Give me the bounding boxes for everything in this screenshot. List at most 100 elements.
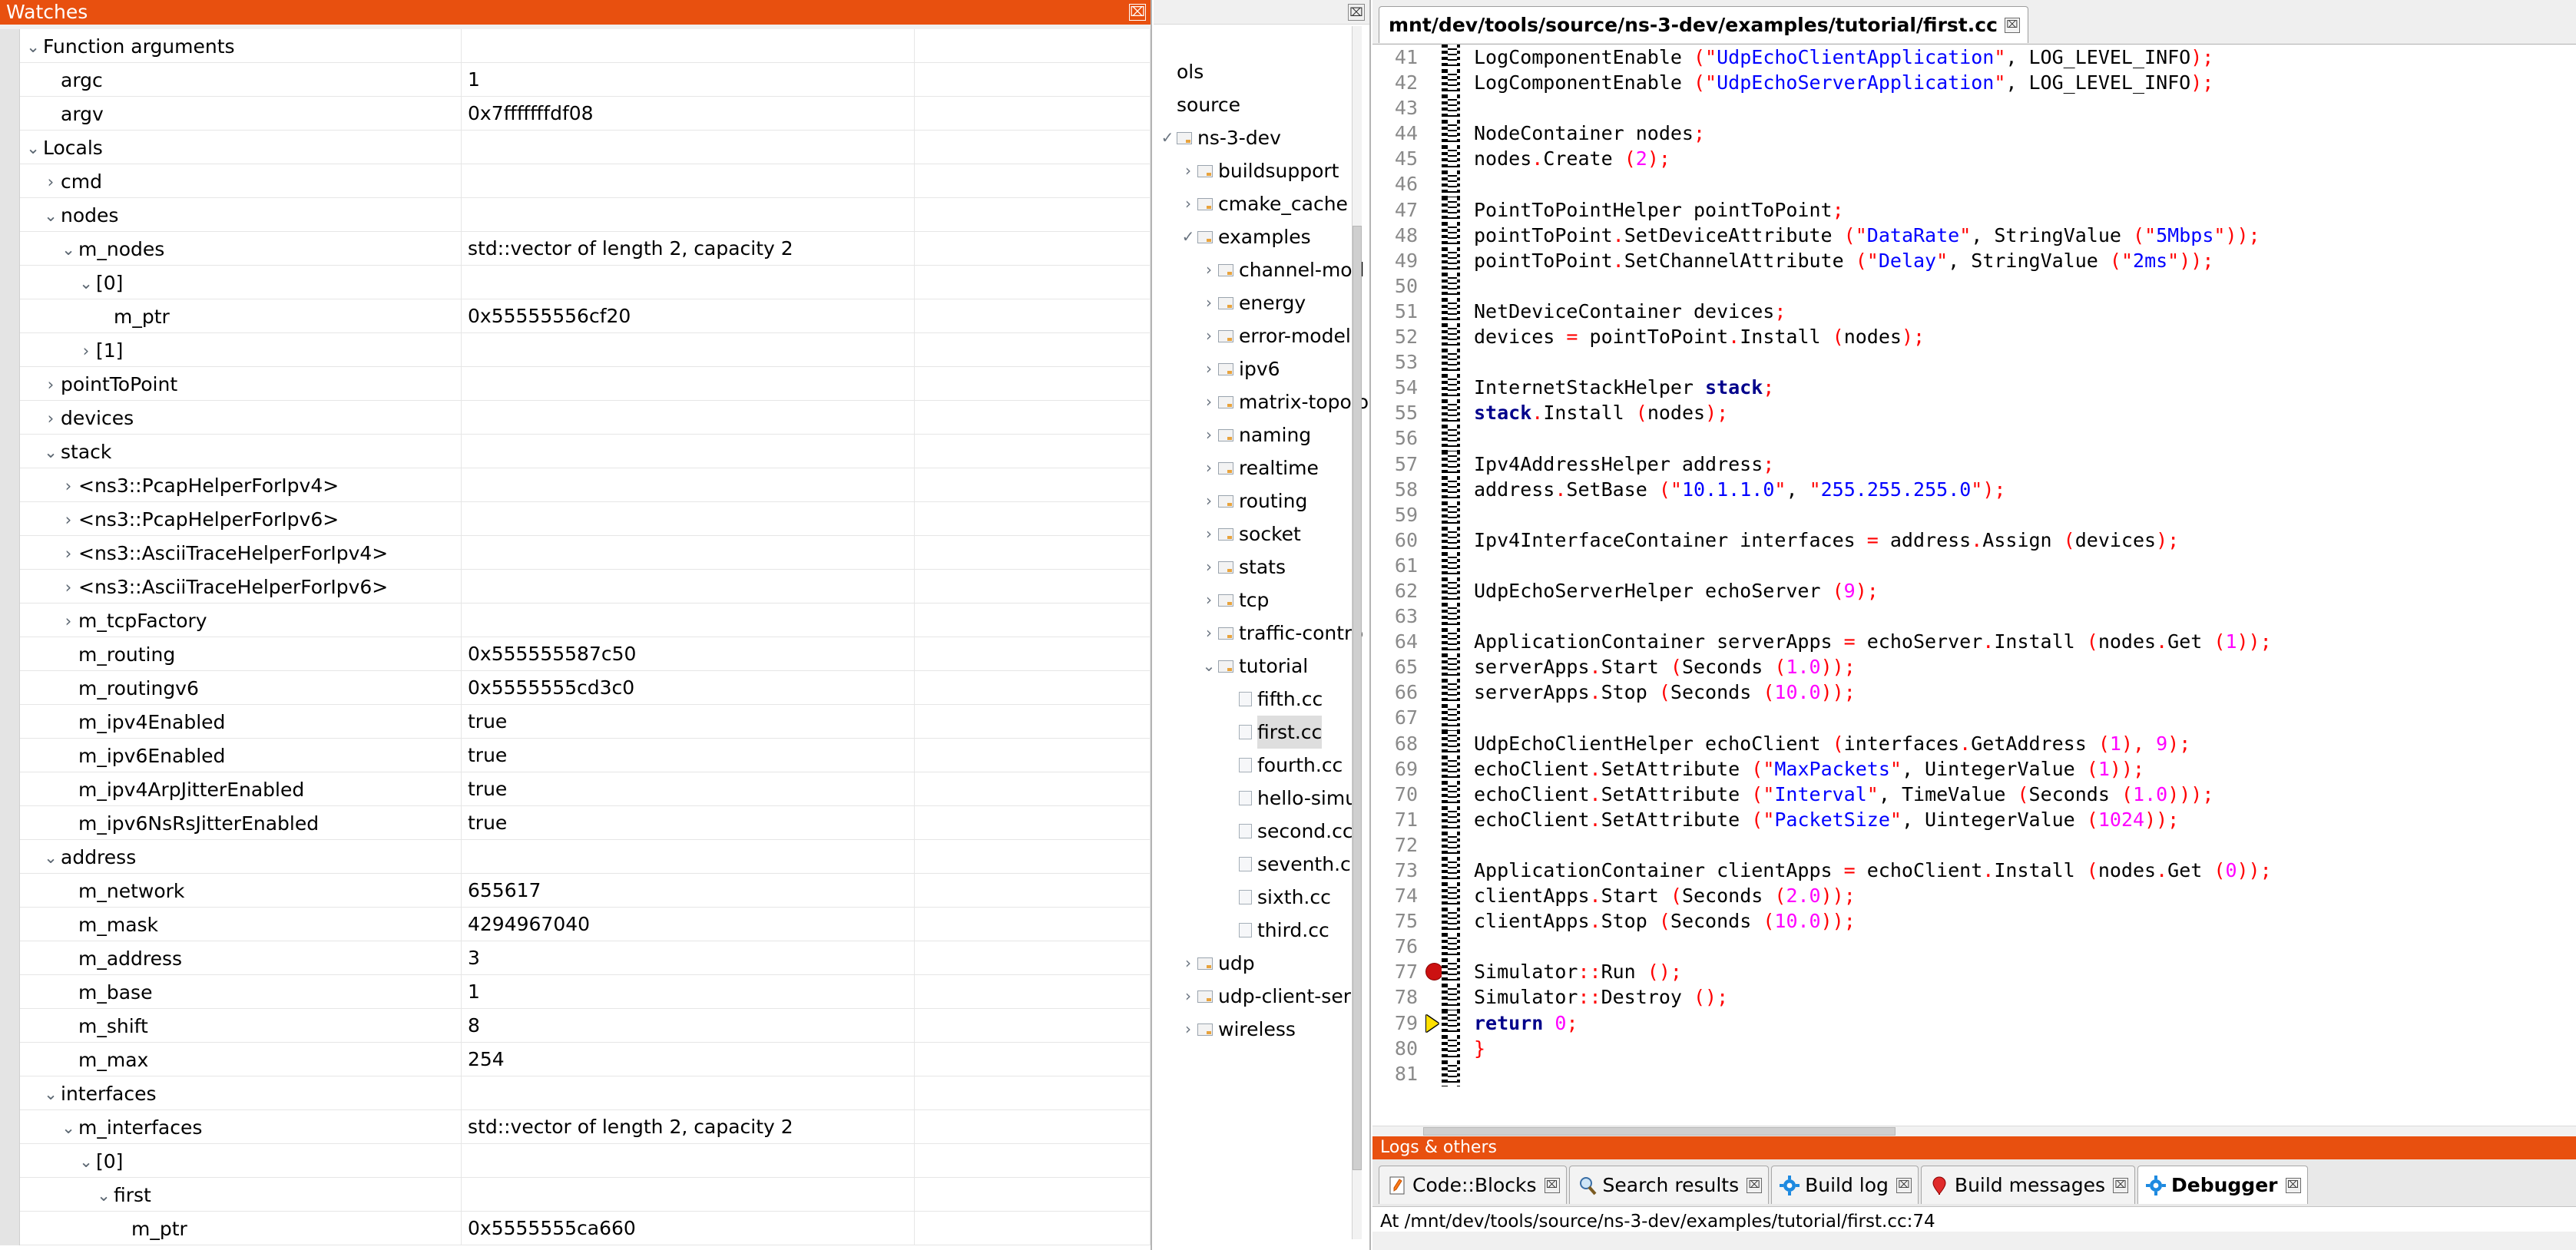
code-view[interactable]: 41LogComponentEnable ("UdpEchoClientAppl… <box>1372 45 2576 1136</box>
marker-gutter[interactable] <box>1423 604 1442 629</box>
watch-value-cell[interactable] <box>462 1144 915 1178</box>
watch-name-cell[interactable]: m_routingv6 <box>20 671 462 705</box>
log-tab-close-icon[interactable]: ⌧ <box>1896 1178 1912 1193</box>
watch-row[interactable]: ›<ns3::AsciiTraceHelperForIpv6> <box>0 570 1151 604</box>
tree-item[interactable]: ✓examples <box>1154 220 1369 253</box>
marker-gutter[interactable] <box>1423 70 1442 95</box>
watch-value-cell[interactable]: 0x5555555ca660 <box>462 1212 915 1245</box>
code-line[interactable]: 59 <box>1372 502 2576 527</box>
marker-gutter[interactable] <box>1423 1010 1442 1036</box>
tree-item[interactable]: ›routing <box>1154 484 1369 518</box>
chevron-right-icon[interactable]: › <box>1200 518 1218 551</box>
chevron-right-icon[interactable]: › <box>41 402 61 435</box>
chevron-down-icon[interactable]: ⌄ <box>94 1179 114 1212</box>
marker-gutter[interactable] <box>1423 807 1442 832</box>
tree-item[interactable]: ›traffic-contro <box>1154 617 1369 650</box>
watch-name-cell[interactable]: m_ptr <box>20 1212 462 1245</box>
project-tree-close-icon[interactable]: ⌧ <box>1348 4 1365 21</box>
watch-value-cell[interactable]: true <box>462 705 915 739</box>
marker-gutter[interactable] <box>1423 223 1442 248</box>
code-line[interactable]: 79return 0; <box>1372 1010 2576 1036</box>
watch-name-cell[interactable]: ⌄Function arguments <box>20 29 462 63</box>
chevron-right-icon[interactable]: › <box>58 537 78 570</box>
chevron-right-icon[interactable]: › <box>1179 980 1197 1013</box>
tree-item[interactable]: ⌄tutorial <box>1154 650 1369 683</box>
marker-gutter[interactable] <box>1423 629 1442 654</box>
watch-name-cell[interactable]: ›devices <box>20 401 462 435</box>
code-line[interactable]: 66serverApps.Stop (Seconds (10.0)); <box>1372 680 2576 705</box>
watch-value-cell[interactable]: true <box>462 806 915 840</box>
chevron-right-icon[interactable]: › <box>1200 253 1218 286</box>
chevron-right-icon[interactable]: › <box>1200 584 1218 617</box>
watch-name-cell[interactable]: ⌄stack <box>20 435 462 468</box>
watch-name-cell[interactable]: m_ipv4ArpJitterEnabled <box>20 772 462 806</box>
marker-gutter[interactable] <box>1423 146 1442 171</box>
watch-name-cell[interactable]: m_ptr <box>20 299 462 333</box>
log-tab-search-results[interactable]: Search results⌧ <box>1569 1166 1770 1204</box>
marker-gutter[interactable] <box>1423 451 1442 477</box>
fold-margin[interactable] <box>1442 832 1460 858</box>
watch-name-cell[interactable]: m_mask <box>20 908 462 941</box>
marker-gutter[interactable] <box>1423 959 1442 984</box>
marker-gutter[interactable] <box>1423 1036 1442 1061</box>
watch-name-cell[interactable]: ›<ns3::AsciiTraceHelperForIpv6> <box>20 570 462 604</box>
fold-margin[interactable] <box>1442 629 1460 654</box>
marker-gutter[interactable] <box>1423 171 1442 197</box>
fold-margin[interactable] <box>1442 984 1460 1010</box>
watches-close-icon[interactable]: ⌧ <box>1129 4 1146 21</box>
code-line[interactable]: 78Simulator::Destroy (); <box>1372 984 2576 1010</box>
code-line[interactable]: 55stack.Install (nodes); <box>1372 400 2576 425</box>
watch-value-cell[interactable] <box>462 1076 915 1110</box>
marker-gutter[interactable] <box>1423 654 1442 680</box>
watch-name-cell[interactable]: ⌄Locals <box>20 131 462 164</box>
chevron-right-icon[interactable]: › <box>1200 352 1218 385</box>
watch-row[interactable]: ⌄first <box>0 1178 1151 1212</box>
code-line[interactable]: 56 <box>1372 425 2576 451</box>
watch-row[interactable]: argv0x7fffffffdf08 <box>0 97 1151 131</box>
watch-row[interactable]: ⌄Function arguments <box>0 29 1151 63</box>
watch-name-cell[interactable]: m_routing <box>20 637 462 671</box>
chevron-right-icon[interactable]: › <box>1179 947 1197 980</box>
fold-margin[interactable] <box>1442 1036 1460 1061</box>
code-line[interactable]: 41LogComponentEnable ("UdpEchoClientAppl… <box>1372 45 2576 70</box>
watch-row[interactable]: m_base1 <box>0 975 1151 1009</box>
marker-gutter[interactable] <box>1423 578 1442 604</box>
watch-value-cell[interactable] <box>462 840 915 874</box>
marker-gutter[interactable] <box>1423 400 1442 425</box>
marker-gutter[interactable] <box>1423 680 1442 705</box>
watch-value-cell[interactable] <box>462 198 915 232</box>
tree-item[interactable]: ›wireless <box>1154 1013 1369 1046</box>
fold-margin[interactable] <box>1442 527 1460 553</box>
chevron-right-icon[interactable]: › <box>1200 385 1218 418</box>
chevron-right-icon[interactable]: › <box>41 165 61 198</box>
chevron-down-icon[interactable]: ⌄ <box>58 1111 78 1144</box>
code-horizontal-scrollbar-thumb[interactable] <box>1423 1127 1896 1136</box>
watch-name-cell[interactable]: ⌄first <box>20 1178 462 1212</box>
watch-name-cell[interactable]: argc <box>20 63 462 97</box>
watch-row[interactable]: ⌄address <box>0 840 1151 874</box>
tree-item[interactable]: ›naming <box>1154 418 1369 451</box>
log-tab-build-messages[interactable]: Build messages⌧ <box>1921 1166 2135 1204</box>
log-tab-close-icon[interactable]: ⌧ <box>1545 1178 1560 1193</box>
marker-gutter[interactable] <box>1423 502 1442 527</box>
tree-item[interactable]: ›buildsupport <box>1154 154 1369 187</box>
editor-tab-close-icon[interactable]: ⌧ <box>2005 18 2020 33</box>
watch-row[interactable]: ›devices <box>0 401 1151 435</box>
watch-value-cell[interactable] <box>462 502 915 536</box>
watch-value-cell[interactable]: 0x555555587c50 <box>462 637 915 671</box>
watch-name-cell[interactable]: m_shift <box>20 1009 462 1043</box>
watch-name-cell[interactable]: ›pointToPoint <box>20 367 462 401</box>
fold-margin[interactable] <box>1442 705 1460 730</box>
chevron-right-icon[interactable]: › <box>1179 154 1197 187</box>
chevron-down-icon[interactable]: ⌄ <box>1200 650 1218 683</box>
watch-name-cell[interactable]: ›cmd <box>20 164 462 198</box>
watch-row[interactable]: argc1 <box>0 63 1151 97</box>
code-line[interactable]: 75clientApps.Stop (Seconds (10.0)); <box>1372 908 2576 934</box>
fold-margin[interactable] <box>1442 553 1460 578</box>
code-line[interactable]: 46 <box>1372 171 2576 197</box>
chevron-right-icon[interactable]: › <box>1200 451 1218 484</box>
marker-gutter[interactable] <box>1423 858 1442 883</box>
fold-margin[interactable] <box>1442 1010 1460 1036</box>
fold-margin[interactable] <box>1442 477 1460 502</box>
log-tab-close-icon[interactable]: ⌧ <box>2286 1178 2301 1193</box>
